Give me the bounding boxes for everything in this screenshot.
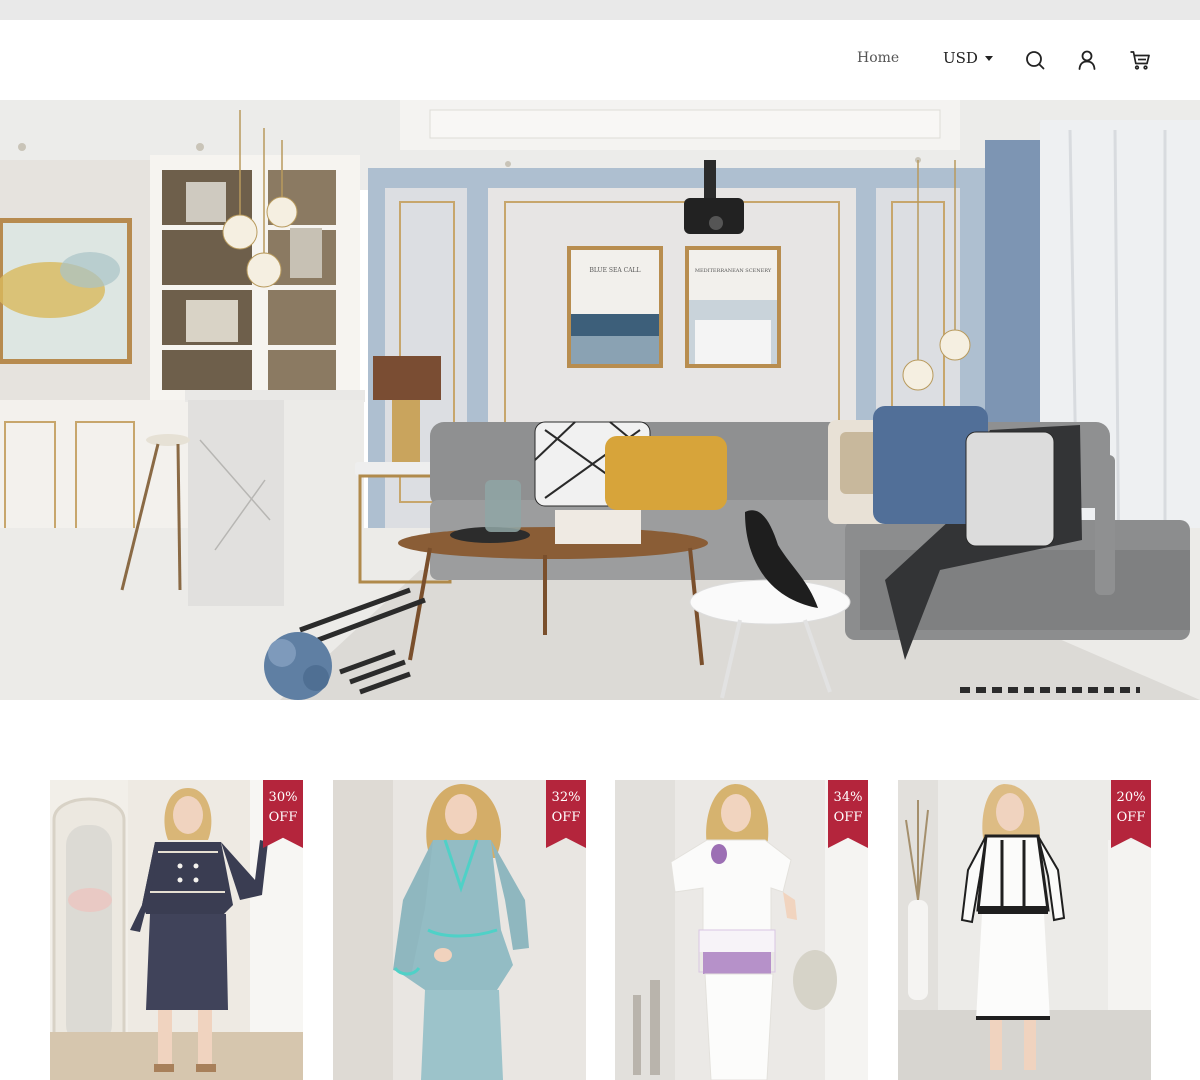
- discount-percent: 30%: [268, 790, 298, 805]
- cart-icon[interactable]: [1128, 48, 1152, 72]
- discount-percent: 32%: [551, 790, 581, 805]
- discount-badge: 20% OFF: [1111, 780, 1151, 848]
- discount-badge: 34% OFF: [828, 780, 868, 848]
- nav-link-home[interactable]: Home: [857, 50, 899, 66]
- currency-value: USD: [943, 49, 978, 67]
- discount-off-label: OFF: [268, 810, 298, 825]
- living-room-image: BLUE SEA CALL MEDITERRANEAN SCENERY: [0, 100, 1200, 700]
- search-icon[interactable]: [1023, 48, 1047, 72]
- art-left-text: BLUE SEA CALL: [589, 267, 640, 274]
- announcement-bar: [0, 0, 1200, 20]
- discount-off-label: OFF: [1116, 810, 1146, 825]
- currency-selector[interactable]: USD: [943, 49, 993, 67]
- product-card[interactable]: 30% OFF: [50, 780, 303, 1080]
- product-grid: 30% OFF 32% OFF 34% OFF 20% OFF: [50, 780, 1151, 1080]
- hero-banner[interactable]: BLUE SEA CALL MEDITERRANEAN SCENERY: [0, 100, 1200, 700]
- product-card[interactable]: 32% OFF: [333, 780, 586, 1080]
- discount-badge: 30% OFF: [263, 780, 303, 848]
- account-icon[interactable]: [1075, 48, 1099, 72]
- discount-badge: 32% OFF: [546, 780, 586, 848]
- discount-off-label: OFF: [551, 810, 581, 825]
- chevron-down-icon: [984, 55, 993, 61]
- site-header: Home USD: [0, 20, 1200, 100]
- product-card[interactable]: 20% OFF: [898, 780, 1151, 1080]
- discount-off-label: OFF: [833, 810, 863, 825]
- product-card[interactable]: 34% OFF: [615, 780, 868, 1080]
- discount-percent: 20%: [1116, 790, 1146, 805]
- discount-percent: 34%: [833, 790, 863, 805]
- art-right-text: MEDITERRANEAN SCENERY: [695, 268, 772, 274]
